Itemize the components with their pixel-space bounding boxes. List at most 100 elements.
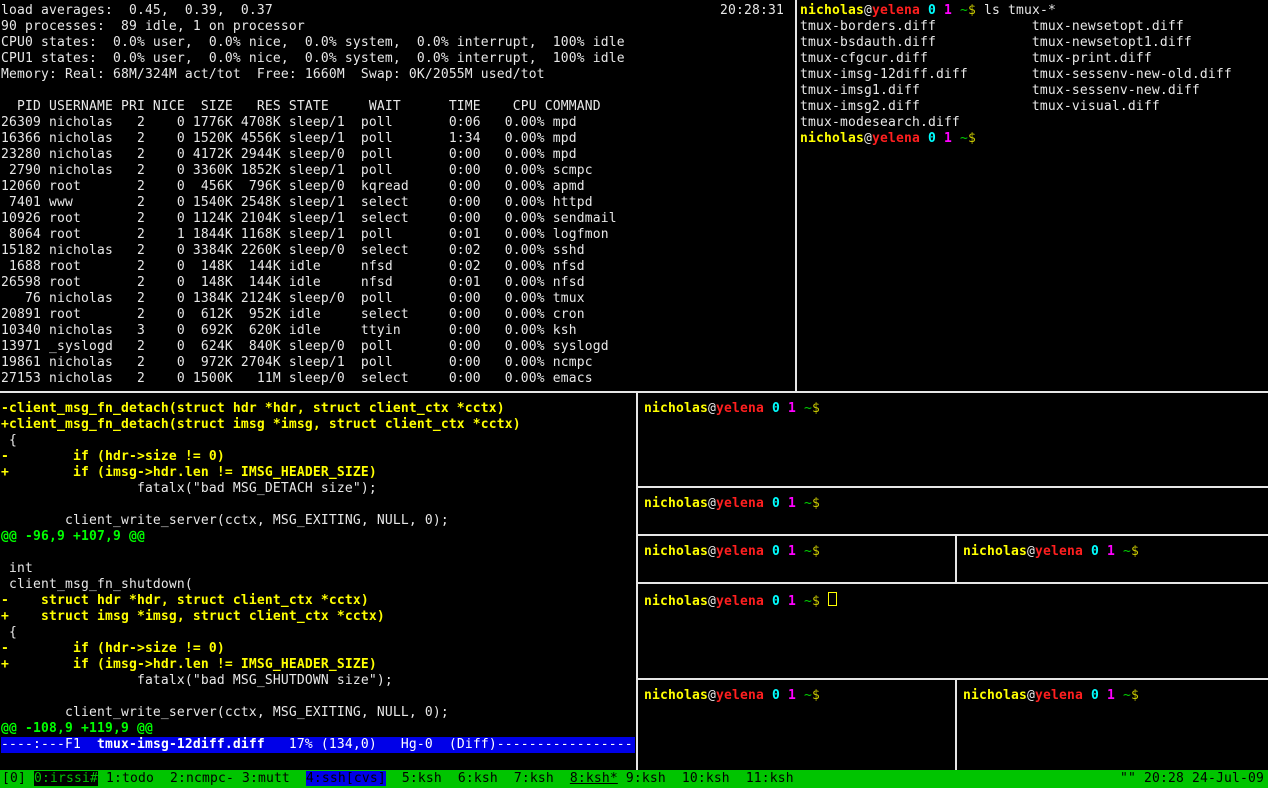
separator — [666, 771, 682, 786]
shell-prompt: nicholas@yelena 0 1 ~$ — [800, 3, 976, 18]
pane-shell-6[interactable]: nicholas@yelena 0 1 ~$ — [957, 680, 1268, 770]
pane-shell-ls[interactable]: nicholas@yelena 0 1 ~$ ls tmux-* tmux-bo… — [797, 0, 1268, 391]
diff-line: client_msg_fn_shutdown( — [1, 577, 635, 593]
prompt-segment: yelena — [716, 496, 764, 511]
prompt-segment — [780, 688, 788, 703]
window-item[interactable]: 10:ksh — [682, 771, 730, 786]
shell-prompt: nicholas@yelena 0 1 ~$ — [644, 544, 820, 559]
prompt-segment: ~ — [960, 3, 968, 18]
window-item[interactable]: 7:ksh — [514, 771, 554, 786]
process-table: 26309 nicholas 2 0 1776K 4708K sleep/1 p… — [1, 115, 795, 387]
window-item[interactable]: 6:ksh — [458, 771, 498, 786]
prompt-segment: yelena — [872, 3, 920, 18]
process-row: 16366 nicholas 2 0 1520K 4556K sleep/1 p… — [1, 131, 795, 147]
prompt-segment: yelena — [716, 594, 764, 609]
prompt-segment: ~ — [804, 594, 812, 609]
prompt-segment — [936, 131, 944, 146]
prompt-segment: 0 — [1091, 544, 1099, 559]
prompt-segment: 0 — [772, 496, 780, 511]
prompt-segment: yelena — [716, 401, 764, 416]
ls-output: tmux-borders.diff tmux-newsetopt.diff tmu… — [800, 19, 1268, 131]
pane-shell-4[interactable]: nicholas@yelena 0 1 ~$ — [957, 536, 1268, 582]
prompt-segment: 1 — [1107, 688, 1115, 703]
prompt-segment: nicholas — [800, 3, 864, 18]
pane-shell-active[interactable]: nicholas@yelena 0 1 ~$ — [638, 584, 1268, 678]
window-item[interactable]: 1:todo — [106, 771, 154, 786]
process-row: 7401 www 2 0 1540K 2548K sleep/1 select … — [1, 195, 795, 211]
prompt-segment: $ — [812, 544, 820, 559]
process-row: 13971 _syslogd 2 0 624K 840K sleep/0 pol… — [1, 339, 795, 355]
process-row: 20891 root 2 0 612K 952K idle select 0:0… — [1, 307, 795, 323]
diff-line: client_write_server(cctx, MSG_EXITING, N… — [1, 705, 635, 721]
separator — [498, 771, 514, 786]
prompt-segment: yelena — [716, 688, 764, 703]
prompt-segment: 0 — [772, 401, 780, 416]
window-item[interactable]: 5:ksh — [402, 771, 442, 786]
window-item[interactable]: 3:mutt — [242, 771, 290, 786]
window-item[interactable]: 11:ksh — [746, 771, 794, 786]
prompt-segment: @ — [708, 688, 716, 703]
pane-shell-1[interactable]: nicholas@yelena 0 1 ~$ — [638, 393, 1268, 486]
prompt-segment: 1 — [788, 401, 796, 416]
pane-shell-5[interactable]: nicholas@yelena 0 1 ~$ — [638, 680, 955, 770]
prompt-segment: ~ — [804, 544, 812, 559]
window-item[interactable]: 4:ssh[cvs] — [306, 771, 386, 786]
modeline-suffix: 17% (134,0) Hg-0 (Diff)----------------- — [265, 737, 633, 752]
diff-line — [1, 497, 635, 513]
terminal-screen: 20:28:31 load averages: 0.45, 0.39, 0.37… — [0, 0, 1268, 788]
separator — [554, 771, 570, 786]
file-line: tmux-borders.diff tmux-newsetopt.diff — [800, 19, 1268, 35]
prompt-segment — [796, 688, 804, 703]
prompt-segment: $ — [1131, 544, 1139, 559]
prompt-segment: 1 — [788, 688, 796, 703]
diff-line: - struct hdr *hdr, struct client_ctx *cc… — [1, 593, 635, 609]
prompt-segment: 1 — [788, 594, 796, 609]
window-item[interactable]: 9:ksh — [626, 771, 666, 786]
diff-line: fatalx("bad MSG_SHUTDOWN size"); — [1, 673, 635, 689]
prompt-segment: ~ — [804, 401, 812, 416]
file-line: tmux-modesearch.diff — [800, 115, 1268, 131]
prompt-segment: nicholas — [963, 544, 1027, 559]
prompt-segment: 0 — [772, 688, 780, 703]
prompt-segment: nicholas — [644, 688, 708, 703]
file-line: tmux-imsg2.diff tmux-visual.diff — [800, 99, 1268, 115]
prompt-segment: @ — [1027, 688, 1035, 703]
top-clock: 20:28:31 — [720, 3, 784, 19]
prompt-segment — [920, 131, 928, 146]
separator — [290, 771, 306, 786]
process-row: 76 nicholas 2 0 1384K 2124K sleep/0 poll… — [1, 291, 795, 307]
diff-line: @@ -108,9 +119,9 @@ — [1, 721, 635, 737]
prompt-segment: yelena — [872, 131, 920, 146]
prompt-segment: yelena — [1035, 544, 1083, 559]
prompt-segment: @ — [708, 401, 716, 416]
prompt-segment — [764, 401, 772, 416]
window-item[interactable]: 2:ncmpc- — [170, 771, 234, 786]
shell-prompt: nicholas@yelena 0 1 ~$ — [963, 688, 1139, 703]
separator — [154, 771, 170, 786]
prompt-segment: $ — [968, 131, 976, 146]
prompt-segment: $ — [812, 594, 820, 609]
prompt-segment — [780, 496, 788, 511]
pane-top-monitor[interactable]: 20:28:31 load averages: 0.45, 0.39, 0.37… — [0, 0, 795, 391]
prompt-segment — [780, 594, 788, 609]
process-row: 10340 nicholas 3 0 692K 620K idle ttyin … — [1, 323, 795, 339]
prompt-segment: $ — [812, 401, 820, 416]
diff-line: fatalx("bad MSG_DETACH size"); — [1, 481, 635, 497]
prompt-segment — [796, 496, 804, 511]
pane-emacs-diff[interactable]: -client_msg_fn_detach(struct hdr *hdr, s… — [0, 393, 635, 770]
command-text: ls tmux-* — [976, 3, 1056, 18]
prompt-segment: 1 — [788, 496, 796, 511]
prompt-segment: 0 — [1091, 688, 1099, 703]
session-name: [0] — [2, 771, 34, 786]
window-item[interactable]: 8:ksh* — [570, 771, 618, 786]
prompt-segment: ~ — [960, 131, 968, 146]
prompt-segment: @ — [708, 544, 716, 559]
process-row: 1688 root 2 0 148K 144K idle nfsd 0:02 0… — [1, 259, 795, 275]
pane-shell-3[interactable]: nicholas@yelena 0 1 ~$ — [638, 536, 955, 582]
shell-prompt: nicholas@yelena 0 1 ~$ — [800, 131, 976, 146]
text-cursor — [828, 592, 837, 606]
window-item[interactable]: 0:irssi# — [34, 771, 98, 786]
separator — [618, 771, 626, 786]
pane-shell-2[interactable]: nicholas@yelena 0 1 ~$ — [638, 488, 1268, 534]
diff-line — [1, 545, 635, 561]
